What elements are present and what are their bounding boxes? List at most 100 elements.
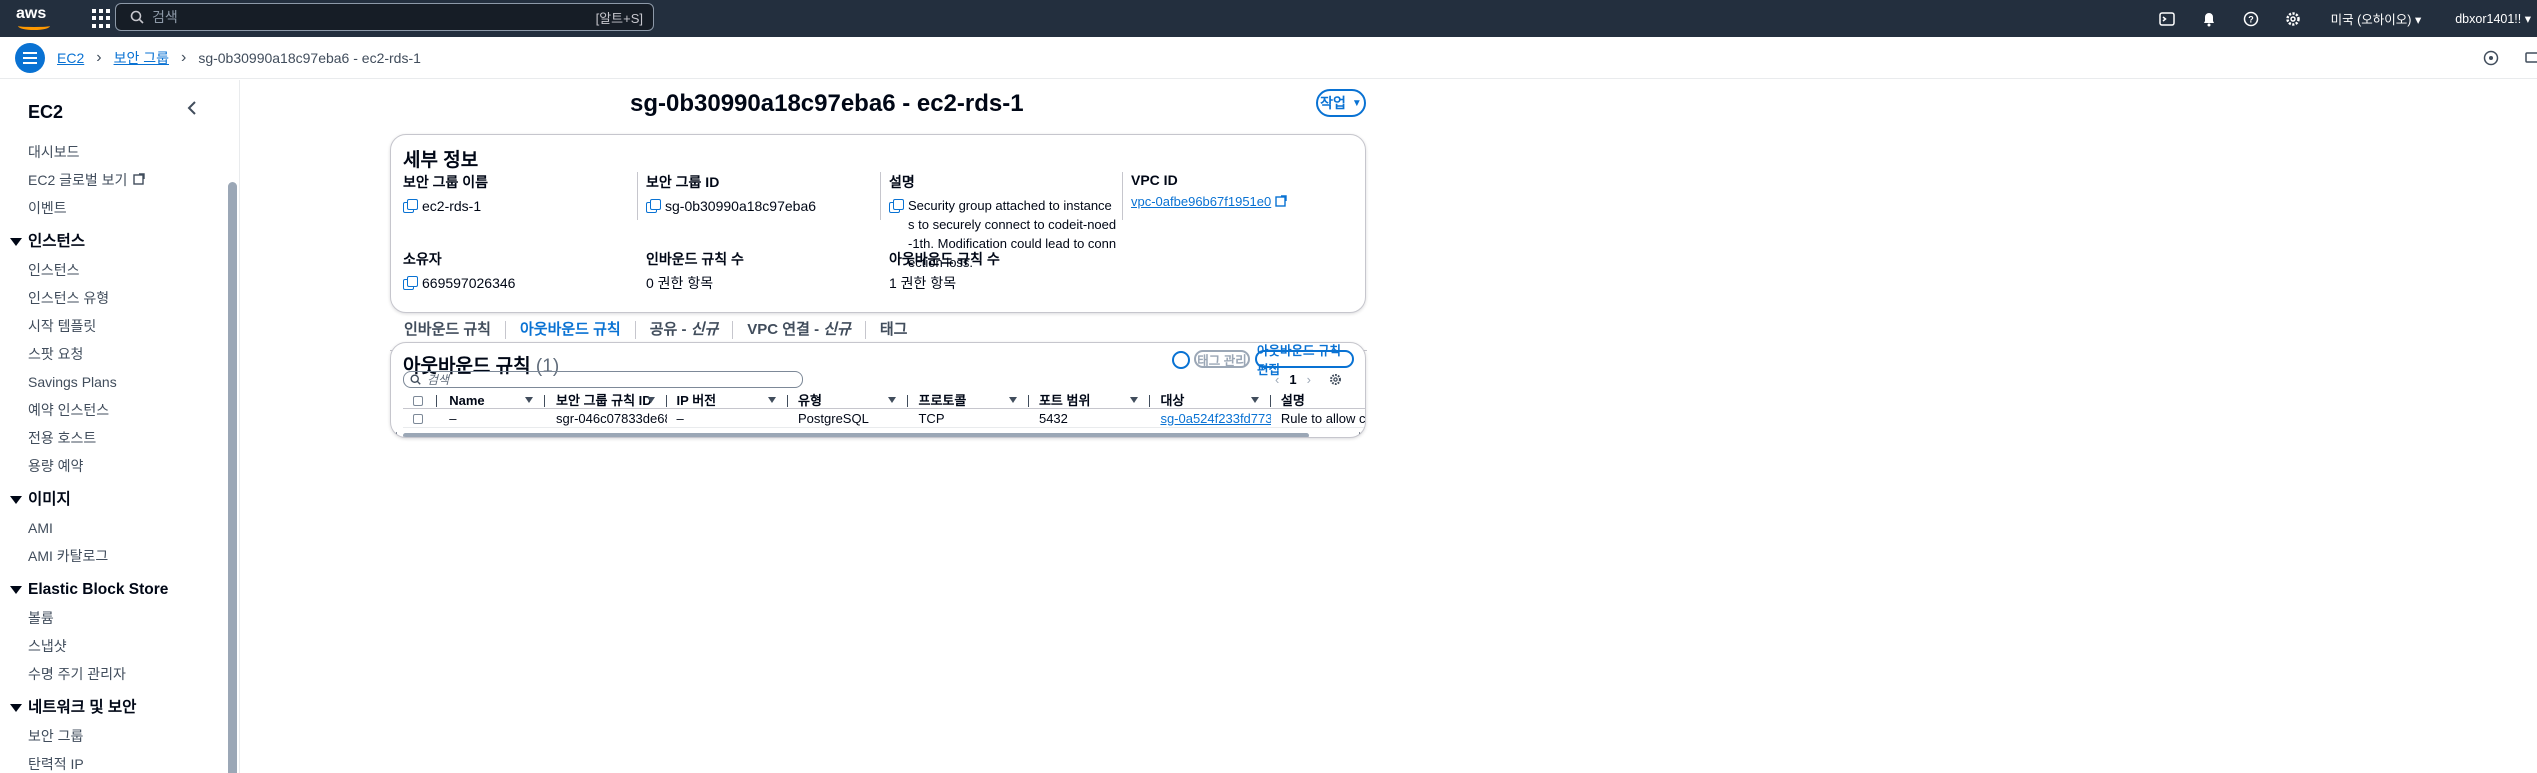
table-horizontal-scrollbar[interactable] xyxy=(391,431,1365,437)
row-checkbox[interactable] xyxy=(413,413,423,424)
help-icon[interactable]: ? xyxy=(2241,9,2261,29)
sidebar-item-capacity-reservations[interactable]: 용량 예약 xyxy=(0,452,225,480)
cell-protocol: TCP xyxy=(918,410,945,426)
column-header-rule-id[interactable]: 보안 그룹 규칙 ID xyxy=(545,393,667,409)
caret-down-icon: ▼ xyxy=(1351,97,1362,109)
services-grid-icon[interactable] xyxy=(92,8,112,29)
inbound-count-label: 인바운드 규칙 수 xyxy=(646,251,744,267)
scrollbar-thumb[interactable] xyxy=(228,182,237,773)
sidebar-item-security-groups[interactable]: 보안 그룹 xyxy=(0,722,225,750)
sidebar-section-label: 인스턴스 xyxy=(28,233,86,250)
sidebar-item-spot-requests[interactable]: 스팟 요청 xyxy=(0,340,225,368)
sidebar-item-volumes[interactable]: 볼륨 xyxy=(0,604,225,632)
rules-search-input[interactable]: 검색 xyxy=(403,371,803,388)
sidebar-item-launch-templates[interactable]: 시작 템플릿 xyxy=(0,312,225,340)
global-search-input[interactable]: 검색 [알트+S] xyxy=(115,3,654,31)
chevron-right-icon: › xyxy=(96,48,102,66)
sidebar-item-elastic-ips[interactable]: 탄력적 IP xyxy=(0,750,225,773)
feedback-icon[interactable] xyxy=(2523,48,2537,68)
cell-name: – xyxy=(449,410,457,426)
copy-icon[interactable] xyxy=(403,276,418,290)
sg-id-label: 보안 그룹 ID xyxy=(646,174,720,190)
sidebar-item-instances[interactable]: 인스턴스 xyxy=(0,256,225,284)
sidebar-item-reserved-instances[interactable]: 예약 인스턴스 xyxy=(0,396,225,424)
cell-description: Rule to allow conne xyxy=(1280,410,1366,426)
scroll-right-icon[interactable] xyxy=(1359,432,1363,437)
menu-hamburger-icon[interactable] xyxy=(15,42,45,73)
column-header-protocol[interactable]: 프로토콜 xyxy=(908,393,1029,409)
details-heading: 세부 정보 xyxy=(403,150,479,171)
breadcrumb-security-groups[interactable]: 보안 그룹 xyxy=(114,50,169,66)
column-header-destination[interactable]: 대상 xyxy=(1150,393,1271,409)
owner-value: 669597026346 xyxy=(422,275,516,291)
copy-icon[interactable] xyxy=(889,199,904,213)
scroll-left-icon[interactable] xyxy=(393,432,397,437)
select-all-checkbox[interactable] xyxy=(413,396,423,406)
caret-down-icon xyxy=(1130,397,1139,403)
account-menu[interactable]: dbxor1401!! ▾ xyxy=(2455,11,2531,26)
column-header-name[interactable]: Name xyxy=(437,393,546,409)
region-selector[interactable]: 미국 (오하이오) ▾ xyxy=(2331,9,2422,28)
cell-type: PostgreSQL xyxy=(798,410,869,426)
destination-link[interactable]: sg-0a524f233fd773420... xyxy=(1160,411,1270,426)
sidebar-section-ebs[interactable]: Elastic Block Store xyxy=(0,576,225,604)
edit-outbound-rules-button[interactable]: 아웃바운드 규칙 편집 xyxy=(1255,344,1354,377)
next-page-icon[interactable]: › xyxy=(1307,372,1311,387)
sidebar-section-instances[interactable]: 인스턴스 xyxy=(0,228,225,256)
sidebar-section-images[interactable]: 이미지 xyxy=(0,486,225,514)
caret-down-icon xyxy=(525,397,534,403)
sidebar-item-snapshots[interactable]: 스냅샷 xyxy=(0,632,225,660)
actions-button[interactable]: 작업 ▼ xyxy=(1316,89,1366,117)
info-panel-icon[interactable] xyxy=(2481,48,2501,68)
scrollbar-thumb[interactable] xyxy=(403,433,1309,437)
page-number[interactable]: 1 xyxy=(1289,372,1296,387)
sidebar-section-label: 네트워크 및 보안 xyxy=(28,699,137,716)
notifications-bell-icon[interactable] xyxy=(2199,9,2219,29)
vpc-id-link[interactable]: vpc-0afbe96b67f1951e0 xyxy=(1131,192,1271,212)
close-sidebar-icon[interactable] xyxy=(186,100,198,121)
chevron-right-icon: › xyxy=(180,48,187,66)
column-divider xyxy=(426,393,438,409)
preferences-gear-icon[interactable] xyxy=(1329,373,1342,386)
tab-new-badge: 신규 xyxy=(823,321,851,338)
aws-logo[interactable]: aws xyxy=(16,5,52,33)
sidebar-item-ami-catalog[interactable]: AMI 카탈로그 xyxy=(0,542,225,570)
sidebar-item-global-view[interactable]: EC2 글로벌 보기 xyxy=(0,166,225,194)
caret-down-icon xyxy=(10,704,22,712)
manage-tags-button[interactable]: 태그 관리 xyxy=(1194,350,1250,368)
sidebar-item-dashboard[interactable]: 대시보드 xyxy=(0,138,225,166)
sidebar-item-dedicated-hosts[interactable]: 전용 호스트 xyxy=(0,424,225,452)
tab-label: 공유 - xyxy=(649,321,691,338)
cloudshell-icon[interactable] xyxy=(2157,9,2177,29)
sidebar-scrollbar[interactable] xyxy=(228,168,237,773)
cell-destination: sg-0a524f233fd773420... xyxy=(1150,411,1270,427)
sg-name-field: 보안 그룹 이름 ec2-rds-1 xyxy=(403,172,633,216)
breadcrumb-ec2[interactable]: EC2 xyxy=(57,50,84,66)
tab-label: VPC 연결 - xyxy=(747,321,824,338)
copy-icon[interactable] xyxy=(646,199,661,213)
main-content: sg-0b30990a18c97eba6 - ec2-rds-1 작업 ▼ 세부 … xyxy=(240,80,2537,773)
settings-gear-icon[interactable] xyxy=(2283,9,2303,29)
sidebar-item-ami[interactable]: AMI xyxy=(0,514,225,542)
svg-text:?: ? xyxy=(2248,14,2254,24)
refresh-icon[interactable] xyxy=(1172,351,1190,369)
table-row[interactable]: – sgr-046c07833de687556 – PostgreSQL TCP… xyxy=(403,410,1366,428)
column-header-description[interactable]: 설명 xyxy=(1271,393,1365,409)
outbound-count-value: 1 권한 항목 xyxy=(889,275,957,291)
cell-port-range: 5432 xyxy=(1038,410,1068,426)
caret-down-icon xyxy=(768,397,776,403)
sidebar-item-instance-types[interactable]: 인스턴스 유형 xyxy=(0,284,225,312)
copy-icon[interactable] xyxy=(403,199,418,213)
sidebar-section-network-security[interactable]: 네트워크 및 보안 xyxy=(0,694,225,722)
column-header-ip-version[interactable]: IP 버전 xyxy=(667,393,788,409)
column-header-port-range[interactable]: 포트 범위 xyxy=(1029,393,1151,409)
column-header-type[interactable]: 유형 xyxy=(788,393,909,409)
sidebar-item-savings-plans[interactable]: Savings Plans xyxy=(0,368,225,396)
sidebar-item-lifecycle-manager[interactable]: 수명 주기 관리자 xyxy=(0,660,225,688)
actions-label: 작업 xyxy=(1320,95,1346,111)
prev-page-icon[interactable]: ‹ xyxy=(1275,372,1279,387)
sidebar-item-events[interactable]: 이벤트 xyxy=(0,194,225,222)
column-label: 대상 xyxy=(1160,393,1185,408)
caret-down-icon xyxy=(10,496,22,504)
owner-field: 소유자 669597026346 xyxy=(403,249,633,293)
